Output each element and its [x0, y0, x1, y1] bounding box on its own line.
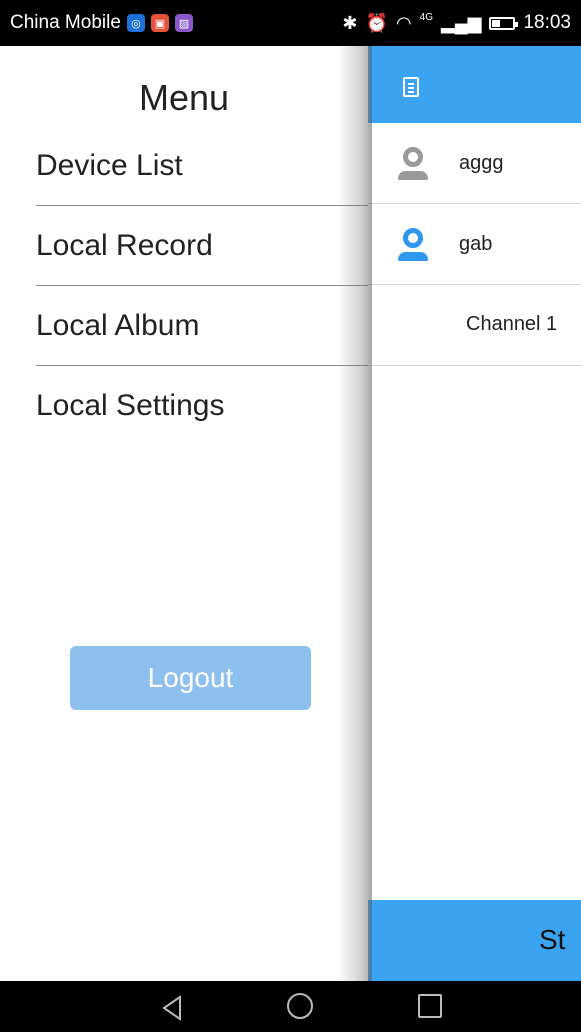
logout-button[interactable]: Logout	[70, 646, 311, 710]
recent-apps-icon[interactable]	[418, 994, 442, 1018]
bottom-action-button[interactable]: St	[368, 900, 581, 981]
bluetooth-icon: ✱	[342, 12, 358, 33]
menu-list: Device List Local Record Local Album Loc…	[0, 126, 368, 446]
notification-gallery-icon: ▨	[174, 14, 193, 32]
channel-label: Channel 1	[466, 313, 558, 335]
clock: 18:03	[523, 12, 571, 33]
channel-row[interactable]: Channel 1	[368, 285, 581, 366]
notification-message-icon: ▣	[150, 14, 169, 32]
device-row[interactable]: aggg	[368, 123, 581, 204]
battery-icon	[489, 16, 519, 30]
main-header	[368, 46, 581, 123]
camera-online-icon	[398, 228, 428, 262]
menu-item-local-album[interactable]: Local Album	[36, 286, 368, 366]
status-bar: China Mobile ◎ ▣ ▨ ✱ ⏰ ◠ 4G ▂▄▆ 18:03	[0, 0, 581, 46]
device-name: aggg	[459, 151, 504, 174]
menu-item-local-record[interactable]: Local Record	[36, 206, 368, 286]
camera-offline-icon	[398, 147, 428, 181]
drawer-shadow	[338, 46, 372, 981]
menu-title: Menu	[138, 77, 230, 118]
menu-item-local-settings[interactable]: Local Settings	[36, 366, 368, 446]
device-list-panel: aggg gab Channel 1 St	[368, 46, 581, 981]
status-left: China Mobile ◎ ▣ ▨	[10, 12, 193, 34]
signal-icon: ▂▄▆	[441, 12, 482, 33]
bottom-action-label: St	[539, 924, 566, 955]
alarm-icon: ⏰	[365, 12, 388, 33]
system-nav-bar	[0, 981, 581, 1032]
device-name: gab	[459, 232, 493, 255]
menu-item-device-list[interactable]: Device List	[36, 126, 368, 206]
navigation-drawer: Menu Device List Local Record Local Albu…	[0, 46, 368, 981]
home-icon[interactable]	[287, 993, 313, 1019]
wifi-icon: ◠	[395, 12, 412, 33]
notification-app-icon: ◎	[126, 14, 145, 32]
device-row[interactable]: gab	[368, 204, 581, 285]
menu-document-icon[interactable]	[403, 77, 419, 97]
network-type-label: 4G	[419, 11, 433, 23]
back-icon[interactable]	[160, 995, 184, 1021]
status-right: ✱ ⏰ ◠ 4G ▂▄▆ 18:03	[342, 12, 571, 34]
carrier-label: China Mobile	[10, 12, 121, 33]
